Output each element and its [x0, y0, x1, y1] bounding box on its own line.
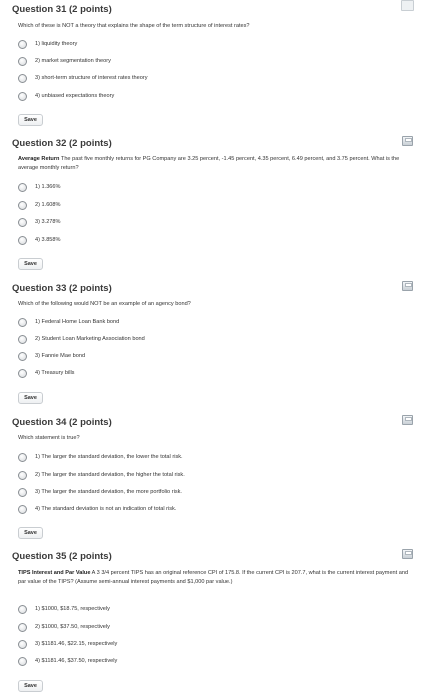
option-label: 1) Federal Home Loan Bank bond	[35, 319, 120, 325]
option-label: 1) liquidity theory	[35, 41, 78, 47]
question-prompt: Which of these is NOT a theory that expl…	[18, 22, 410, 31]
radio-button[interactable]	[18, 453, 27, 462]
radio-button[interactable]	[18, 640, 27, 649]
option-label: 2) market segmentation theory	[35, 58, 111, 64]
option-label: 1) The larger the standard deviation, th…	[35, 454, 183, 460]
radio-button[interactable]	[18, 623, 27, 632]
option-label: 4) 3.858%	[35, 237, 61, 243]
option-label: 2) Student Loan Marketing Association bo…	[35, 336, 145, 342]
option-label: 2) $1000, $37.50, respectively	[35, 624, 110, 630]
question-heading: Question 32 (2 points)	[12, 138, 112, 149]
option-label: 1) $1000, $18.75, respectively	[35, 606, 110, 612]
question-prompt: TIPS Interest and Par Value A 3 3/4 perc…	[18, 569, 410, 587]
prompt-bold-title: Average Return	[18, 156, 60, 162]
radio-button[interactable]	[18, 92, 27, 101]
save-disk-icon[interactable]	[402, 136, 413, 146]
question-prompt: Average Return The past five monthly ret…	[18, 155, 410, 173]
radio-button[interactable]	[18, 74, 27, 83]
question-heading: Question 31 (2 points)	[12, 4, 112, 15]
option-label: 3) 3.278%	[35, 219, 61, 225]
prompt-bold-title: TIPS Interest and Par Value	[18, 570, 91, 576]
radio-button[interactable]	[18, 218, 27, 227]
question-prompt: Which statement is true?	[18, 434, 410, 443]
option-label: 4) unbiased expectations theory	[35, 93, 115, 99]
option-label: 1) 1.366%	[35, 184, 61, 190]
option-label: 4) Treasury bills	[35, 370, 75, 376]
prompt-text: Which of the following would NOT be an e…	[18, 301, 191, 307]
radio-button[interactable]	[18, 335, 27, 344]
question-heading: Question 33 (2 points)	[12, 283, 112, 294]
flag-icon[interactable]	[401, 0, 414, 11]
radio-button[interactable]	[18, 57, 27, 66]
option-label: 4) The standard deviation is not an indi…	[35, 506, 177, 512]
save-button[interactable]: Save	[18, 258, 43, 270]
save-button[interactable]: Save	[18, 527, 43, 539]
radio-button[interactable]	[18, 488, 27, 497]
radio-button[interactable]	[18, 183, 27, 192]
radio-button[interactable]	[18, 605, 27, 614]
radio-button[interactable]	[18, 40, 27, 49]
radio-button[interactable]	[18, 505, 27, 514]
save-disk-icon[interactable]	[402, 415, 413, 425]
option-label: 3) short-term structure of interest rate…	[35, 75, 148, 81]
question-heading: Question 35 (2 points)	[12, 551, 112, 562]
radio-button[interactable]	[18, 657, 27, 666]
save-button[interactable]: Save	[18, 392, 43, 404]
radio-button[interactable]	[18, 236, 27, 245]
question-heading: Question 34 (2 points)	[12, 417, 112, 428]
prompt-text: Which of these is NOT a theory that expl…	[18, 23, 250, 29]
save-button[interactable]: Save	[18, 680, 43, 692]
radio-button[interactable]	[18, 369, 27, 378]
prompt-text: Which statement is true?	[18, 435, 80, 441]
prompt-text: The past five monthly returns for PG Com…	[18, 156, 400, 171]
save-button[interactable]: Save	[18, 114, 43, 126]
save-disk-icon[interactable]	[402, 549, 413, 559]
radio-button[interactable]	[18, 471, 27, 480]
radio-button[interactable]	[18, 352, 27, 361]
option-label: 2) The larger the standard deviation, th…	[35, 472, 185, 478]
option-label: 4) $1181.46, $37.50, respectively	[35, 658, 118, 664]
radio-button[interactable]	[18, 201, 27, 210]
option-label: 3) $1181.46, $22.15, respectively	[35, 641, 118, 647]
option-label: 3) Fannie Mae bond	[35, 353, 86, 359]
option-label: 3) The larger the standard deviation, th…	[35, 489, 182, 495]
save-disk-icon[interactable]	[402, 281, 413, 291]
question-prompt: Which of the following would NOT be an e…	[18, 300, 410, 309]
option-label: 2) 1.608%	[35, 202, 61, 208]
radio-button[interactable]	[18, 318, 27, 327]
